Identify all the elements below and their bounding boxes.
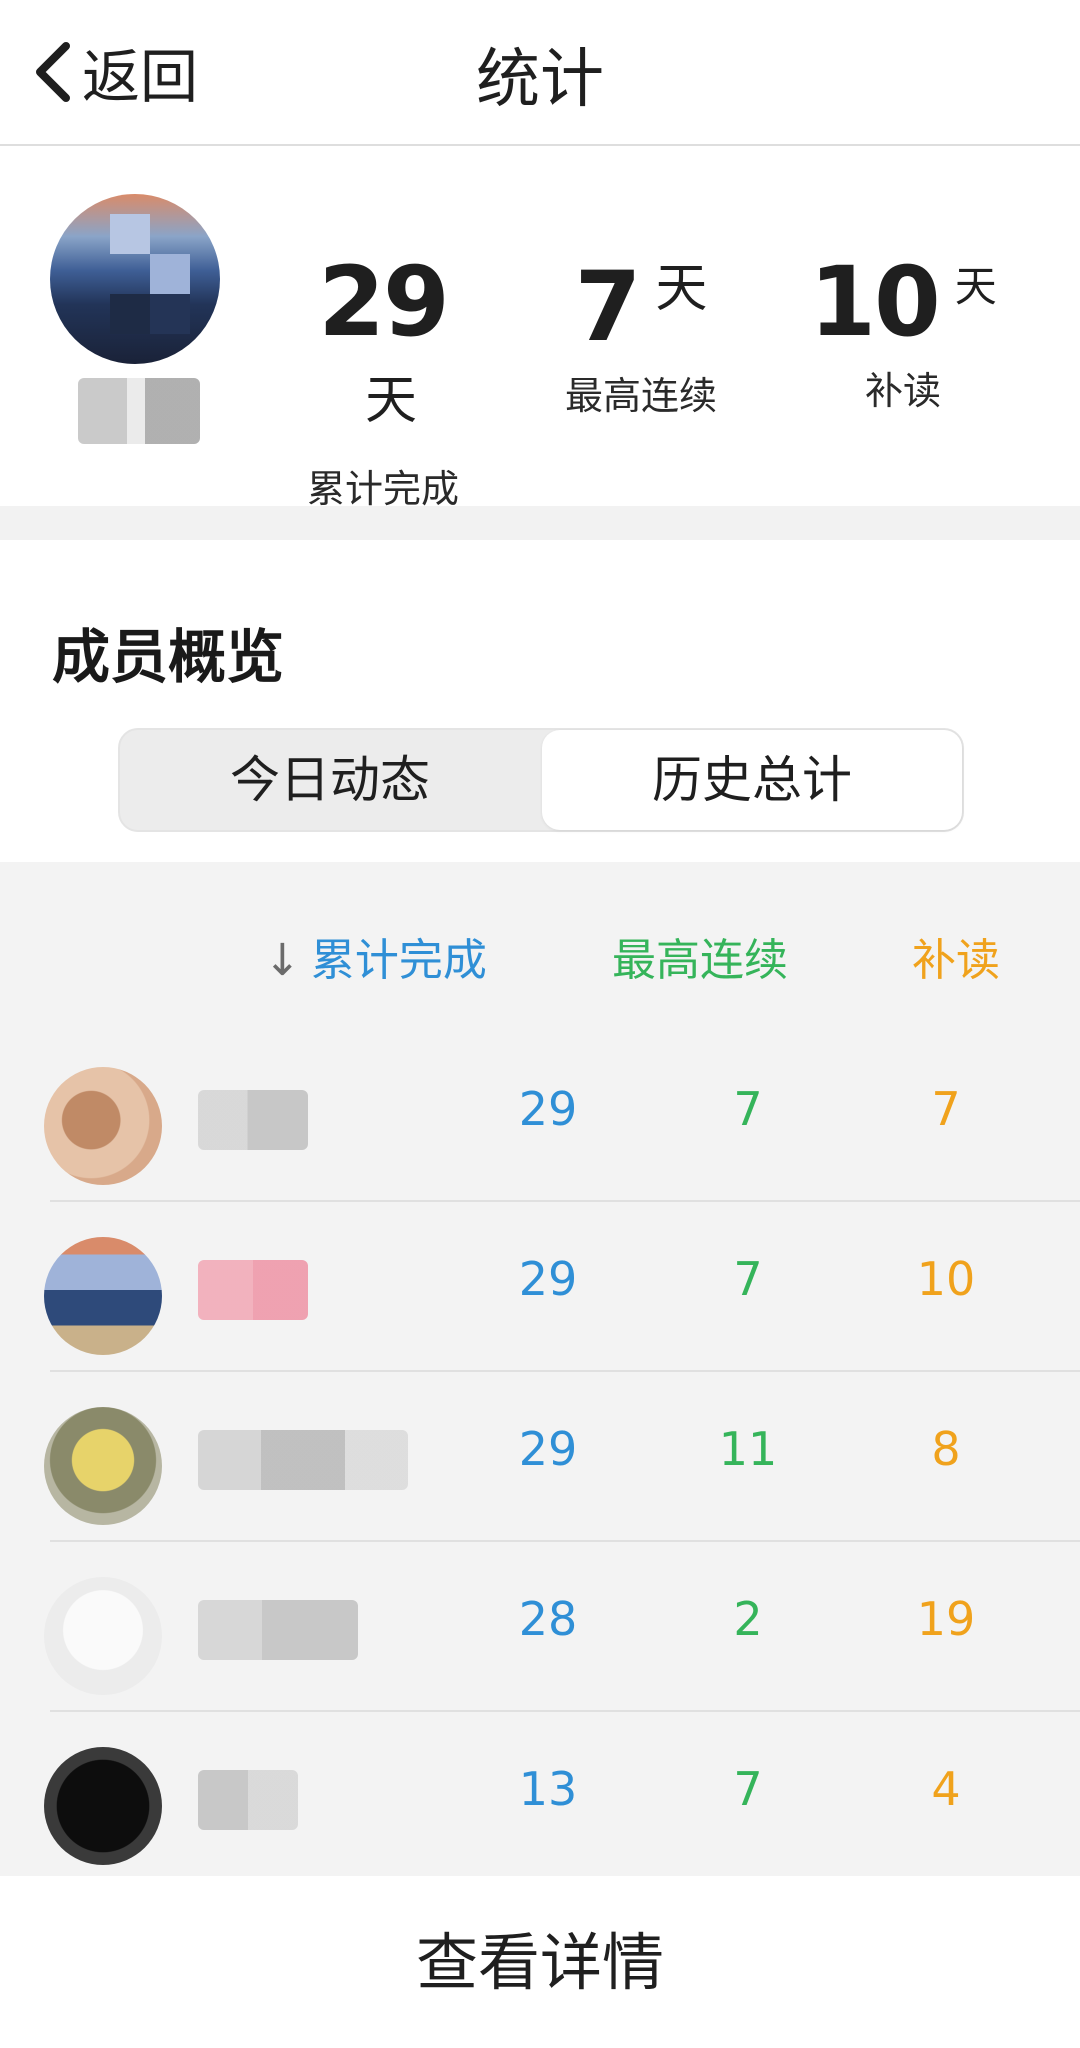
member-table: ↓ 累计完成 最高连续 补读 29 7 7 29 7 10 29 11 8 28 …: [0, 862, 1080, 1876]
cell-streak: 11: [718, 1422, 778, 1476]
cell-makeup: 7: [931, 1082, 961, 1136]
cell-makeup: 8: [931, 1422, 961, 1476]
cell-completed: 29: [518, 1082, 578, 1136]
top-bar: 返回 统计: [0, 0, 1080, 146]
table-row[interactable]: 29 7 10: [0, 1202, 1080, 1372]
arrow-down-icon: ↓: [264, 935, 301, 986]
table-row[interactable]: 29 7 7: [0, 1032, 1080, 1202]
cell-streak: 2: [733, 1592, 763, 1646]
cell-streak: 7: [733, 1082, 763, 1136]
stat-value: 7: [574, 251, 642, 363]
avatar: [44, 1407, 162, 1525]
cell-makeup: 19: [916, 1592, 976, 1646]
column-header-completed[interactable]: ↓ 累计完成: [264, 924, 487, 988]
avatar: [44, 1577, 162, 1695]
table-row[interactable]: 28 2 19: [0, 1542, 1080, 1712]
stat-unit: 天: [655, 259, 708, 319]
stat-value: 10: [809, 246, 941, 358]
section-title: 成员概览: [52, 623, 285, 691]
cell-completed: 29: [518, 1422, 578, 1476]
column-header-makeup[interactable]: 补读: [912, 924, 1000, 988]
cell-streak: 7: [733, 1252, 763, 1306]
stat-value: 29: [318, 246, 450, 358]
member-name: [198, 1430, 408, 1490]
table-row[interactable]: 29 11 8: [0, 1372, 1080, 1542]
cell-completed: 29: [518, 1252, 578, 1306]
column-header-streak[interactable]: 最高连续: [612, 924, 788, 988]
user-name: [78, 378, 200, 444]
footer: 查看详情: [0, 1876, 1080, 2048]
avatar: [44, 1067, 162, 1185]
stat-label: 累计完成: [306, 467, 459, 511]
page-title: 统计: [476, 43, 604, 117]
stat-unit: 天: [364, 371, 417, 431]
cell-streak: 7: [733, 1762, 763, 1816]
cell-makeup: 4: [931, 1762, 961, 1816]
view-details-button[interactable]: 查看详情: [0, 1912, 1080, 2002]
tab-today[interactable]: 今日动态: [120, 730, 540, 830]
stat-streak: 7天 最高连续: [556, 246, 726, 420]
member-name: [198, 1260, 308, 1320]
cell-completed: 13: [518, 1762, 578, 1816]
avatar: [44, 1237, 162, 1355]
stat-completed: 29 天 累计完成: [288, 246, 478, 513]
tab-history[interactable]: 历史总计: [542, 730, 962, 830]
cell-completed: 28: [518, 1592, 578, 1646]
member-name: [198, 1600, 358, 1660]
member-name: [198, 1770, 298, 1830]
section-divider: [0, 506, 1080, 540]
table-row[interactable]: 13 7 4: [0, 1712, 1080, 1882]
stat-makeup: 10 天 补读: [808, 246, 998, 415]
column-label: 累计完成: [310, 935, 487, 986]
stat-label: 补读: [864, 369, 941, 413]
table-header: ↓ 累计完成 最高连续 补读: [0, 862, 1080, 1032]
stat-unit: 天: [954, 262, 997, 311]
avatar: [50, 194, 220, 364]
summary-section: 29天 累计完成 7天 最高连续 10 天 补读: [0, 146, 1080, 511]
segmented-control: 今日动态 历史总计: [118, 728, 964, 832]
avatar: [44, 1747, 162, 1865]
member-name: [198, 1090, 308, 1150]
cell-makeup: 10: [916, 1252, 976, 1306]
stat-label: 最高连续: [564, 374, 717, 418]
